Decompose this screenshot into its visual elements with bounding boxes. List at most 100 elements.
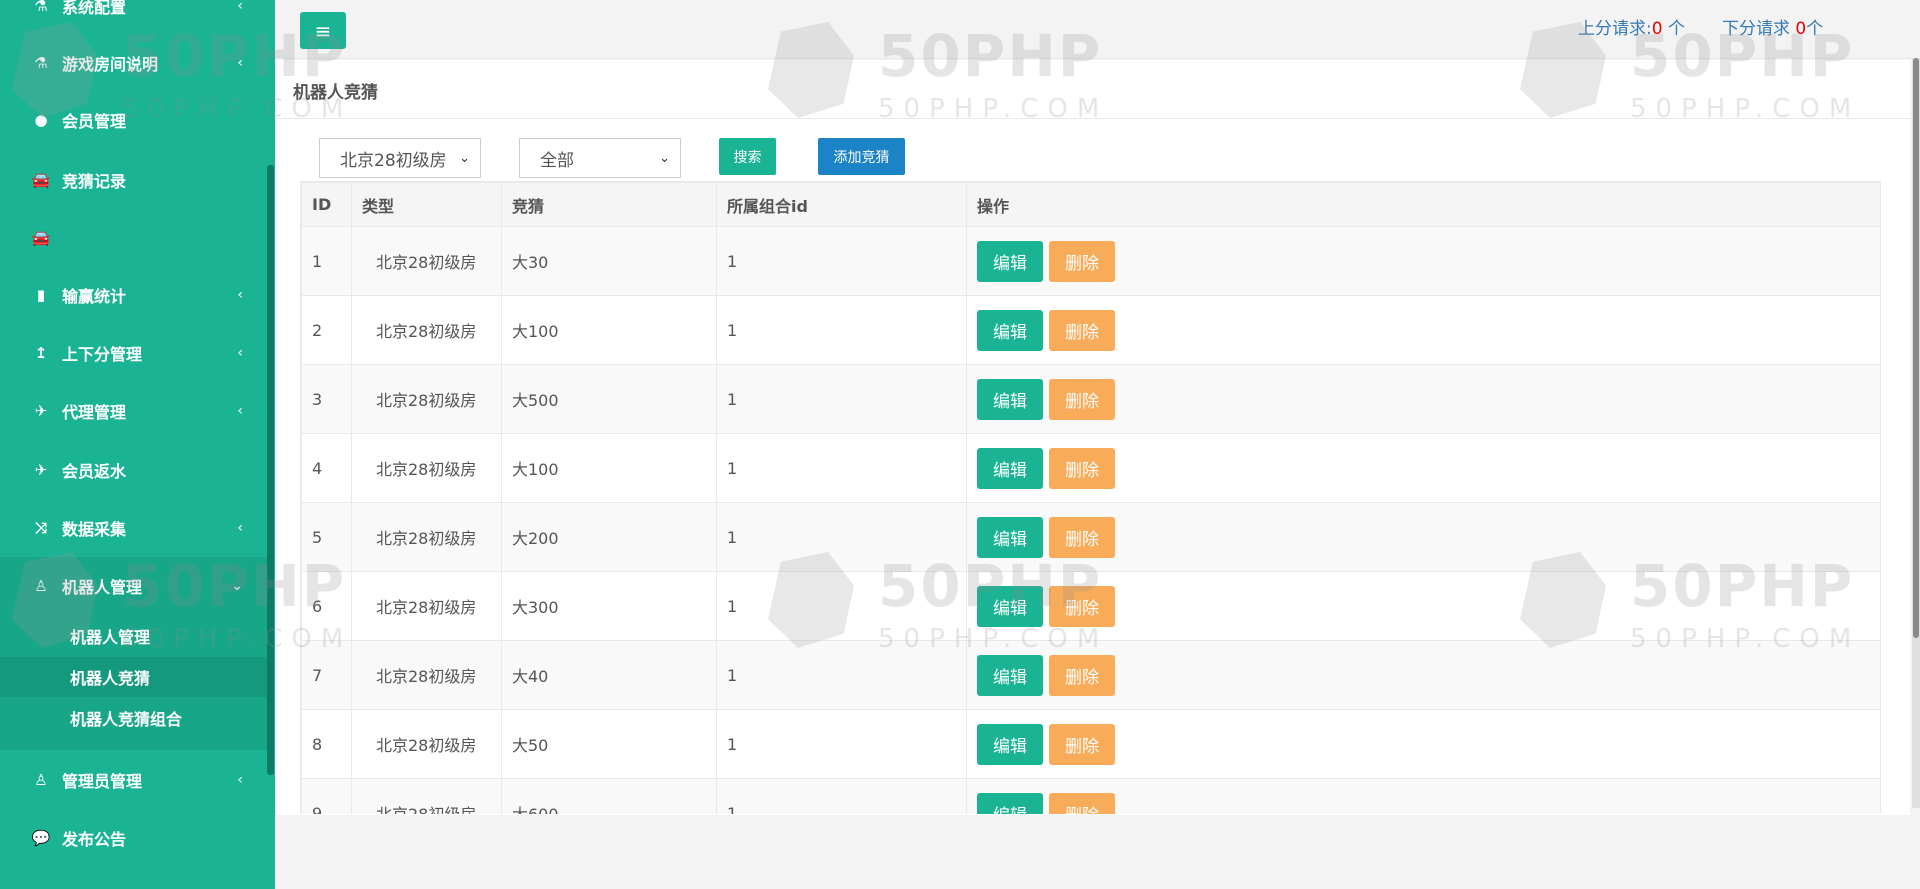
paper-plane-icon: ✈ (34, 402, 48, 420)
table-row: 4 北京28初级房 大100 1 编辑 删除 (301, 433, 1880, 503)
sidebar-item-game-room[interactable]: ⚗ 游戏房间说明 ‹ (0, 35, 265, 91)
hamburger-icon: ≡ (314, 18, 332, 43)
chevron-left-icon: ‹ (237, 345, 243, 361)
sidebar-subitem-robot-guess-group[interactable]: 机器人竞猜组合 (0, 698, 268, 738)
cell-type: 北京28初级房 (351, 571, 502, 641)
sidebar-item-points[interactable]: ↥ 上下分管理 ‹ (0, 325, 265, 381)
edit-button[interactable]: 编辑 (977, 654, 1043, 696)
cell-actions: 编辑删除 (966, 709, 1880, 779)
chevron-left-icon: ‹ (237, 287, 243, 303)
chevron-left-icon: ‹ (237, 0, 243, 14)
page-scrollbar[interactable] (1912, 58, 1920, 808)
sidebar-item-label: 管理员管理 (62, 772, 143, 791)
table-row: 1 北京28初级房 大30 1 编辑 删除 (301, 226, 1880, 296)
car-icon: 🚘 (31, 229, 51, 247)
search-button[interactable]: 搜索 (719, 138, 776, 175)
sidebar-subitem-robot-guess[interactable]: 机器人竞猜 (0, 657, 268, 697)
paper-plane-icon: ✈ (34, 461, 48, 479)
delete-button[interactable]: 删除 (1049, 723, 1115, 765)
cell-type: 北京28初级房 (351, 640, 502, 710)
sidebar-item-label: 发布公告 (62, 830, 127, 849)
cell-type: 北京28初级房 (351, 433, 502, 503)
delete-button[interactable]: 删除 (1049, 516, 1115, 558)
cell-actions: 编辑删除 (966, 295, 1880, 365)
sidebar-item-robots[interactable]: ♙ 机器人管理 ⌄ (0, 558, 265, 614)
col-header-actions: 操作 (966, 182, 1880, 227)
cell-group-id: 1 (716, 295, 967, 365)
arrow-up-icon: ↥ (34, 344, 48, 362)
cell-actions: 编辑删除 (966, 502, 1880, 572)
cell-group-id: 1 (716, 502, 967, 572)
table-row: 6 北京28初级房 大300 1 编辑 删除 (301, 571, 1880, 641)
edit-button[interactable]: 编辑 (977, 309, 1043, 351)
edit-button[interactable]: 编辑 (977, 240, 1043, 282)
sidebar-item-announcements[interactable]: 💬 发布公告 (0, 810, 265, 866)
delete-button[interactable]: 删除 (1049, 378, 1115, 420)
menu-toggle-button[interactable]: ≡ (300, 12, 346, 49)
sidebar-item-data-collect[interactable]: ⤨ 数据采集 ‹ (0, 500, 265, 556)
cell-actions: 编辑删除 (966, 778, 1880, 814)
sidebar-item-label: 竞猜记录 (62, 172, 127, 191)
down-request-link[interactable]: 下分请求 0个 (1722, 14, 1823, 39)
page-title: 机器人竞猜 (275, 60, 1910, 119)
delete-button[interactable]: 删除 (1049, 240, 1115, 282)
cell-actions: 编辑删除 (966, 640, 1880, 710)
edit-button[interactable]: 编辑 (977, 447, 1043, 489)
edit-button[interactable]: 编辑 (977, 585, 1043, 627)
cell-guess: 大30 (501, 226, 717, 296)
table-row: 2 北京28初级房 大100 1 编辑 删除 (301, 295, 1880, 365)
delete-button[interactable]: 删除 (1049, 585, 1115, 627)
filter-select[interactable]: 全部 ⌄ (519, 138, 681, 178)
sidebar-item-label: 数据采集 (62, 520, 127, 539)
sidebar-scrollbar[interactable] (267, 165, 274, 775)
table-row: 5 北京28初级房 大200 1 编辑 删除 (301, 502, 1880, 572)
cell-group-id: 1 (716, 226, 967, 296)
sidebar-item-system-config[interactable]: ⚗ 系统配置 ‹ (0, 0, 265, 34)
cell-actions: 编辑删除 (966, 433, 1880, 503)
sidebar-item-label: 会员管理 (62, 112, 127, 131)
sidebar-item-agents[interactable]: ✈ 代理管理 ‹ (0, 383, 265, 439)
chevron-left-icon: ‹ (237, 403, 243, 419)
cell-group-id: 1 (716, 433, 967, 503)
col-header-group-id: 所属组合id (716, 182, 967, 227)
cell-type: 北京28初级房 (351, 778, 502, 814)
add-guess-button[interactable]: 添加竞猜 (818, 138, 905, 175)
delete-button[interactable]: 删除 (1049, 309, 1115, 351)
delete-button[interactable]: 删除 (1049, 654, 1115, 696)
delete-button[interactable]: 删除 (1049, 792, 1115, 814)
cell-group-id: 1 (716, 571, 967, 641)
up-request-link[interactable]: 上分请求:0 个 (1578, 14, 1685, 39)
cell-id: 8 (301, 709, 352, 779)
user-icon: ● (34, 111, 48, 129)
edit-button[interactable]: 编辑 (977, 792, 1043, 814)
car-icon: 🚘 (31, 171, 51, 189)
male-icon: ♙ (34, 577, 48, 595)
scrollbar-thumb[interactable] (1913, 58, 1919, 638)
cell-group-id: 1 (716, 364, 967, 434)
delete-button[interactable]: 删除 (1049, 447, 1115, 489)
sidebar-item-guess-records[interactable]: 🚘 竞猜记录 (0, 152, 265, 208)
cell-id: 2 (301, 295, 352, 365)
sidebar-subitem-robot-manage[interactable]: 机器人管理 (0, 616, 268, 656)
sidebar-item-label: 代理管理 (62, 403, 127, 422)
room-select[interactable]: 北京28初级房 ⌄ (319, 138, 481, 178)
cell-group-id: 1 (716, 778, 967, 814)
chevron-down-icon: ⌄ (459, 150, 470, 166)
col-header-type: 类型 (351, 182, 502, 227)
cell-guess: 大50 (501, 709, 717, 779)
cell-type: 北京28初级房 (351, 226, 502, 296)
sidebar-item-admins[interactable]: ♙ 管理员管理 ‹ (0, 752, 265, 808)
sidebar-item-members[interactable]: ● 会员管理 (0, 92, 265, 148)
edit-button[interactable]: 编辑 (977, 378, 1043, 420)
cell-type: 北京28初级房 (351, 364, 502, 434)
male-icon: ♙ (34, 771, 48, 789)
cell-group-id: 1 (716, 709, 967, 779)
sidebar-item-rebate[interactable]: ✈ 会员返水 (0, 442, 265, 498)
bar-chart-icon: ▮ (36, 286, 46, 304)
sidebar-item-unnamed[interactable]: 🚘 (0, 210, 265, 266)
sidebar-item-win-loss[interactable]: ▮ 输赢统计 ‹ (0, 267, 265, 323)
cell-guess: 大100 (501, 295, 717, 365)
edit-button[interactable]: 编辑 (977, 516, 1043, 558)
edit-button[interactable]: 编辑 (977, 723, 1043, 765)
sidebar-item-label: 机器人管理 (62, 578, 143, 597)
